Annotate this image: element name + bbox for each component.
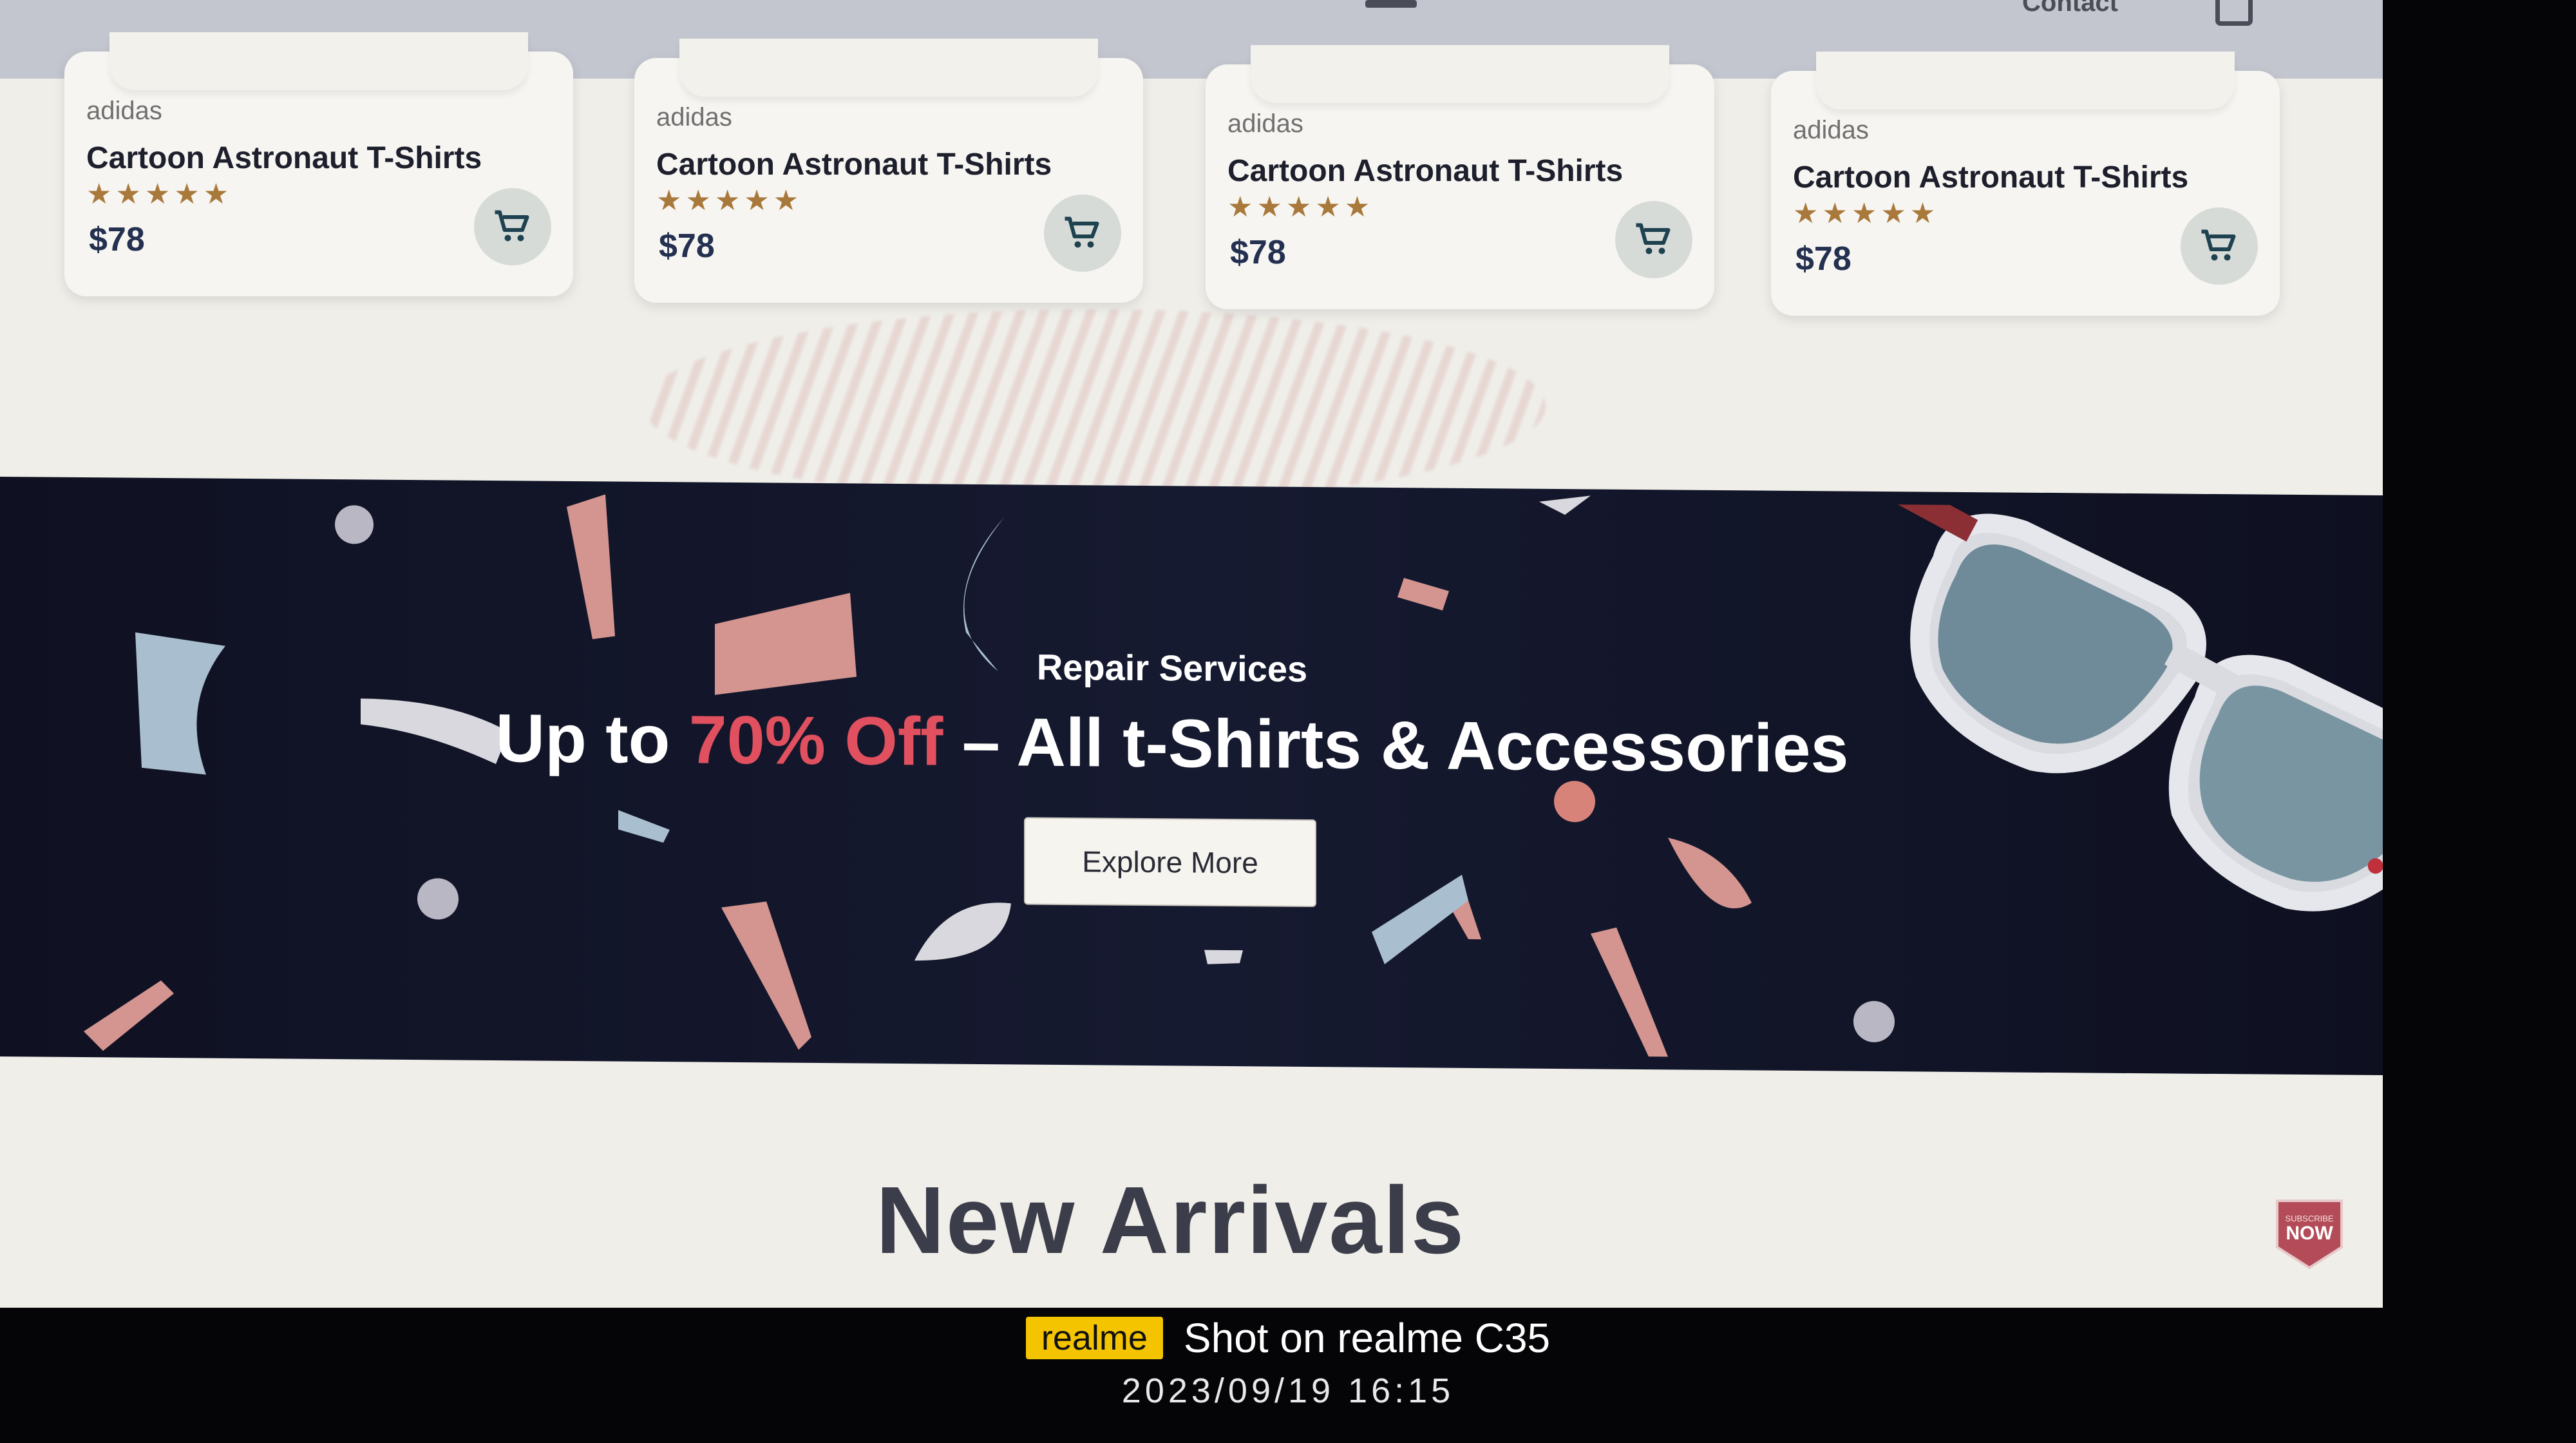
product-card[interactable]: adidas Cartoon Astronaut T-Shirts ★★★★★ …: [634, 39, 1143, 303]
product-brand: adidas: [1793, 116, 1869, 144]
menu-icon[interactable]: [1365, 0, 1417, 8]
headline-prefix: Up to: [495, 700, 689, 778]
card-image-edge: [1251, 45, 1669, 103]
product-price: $78: [1230, 234, 1286, 271]
product-title[interactable]: Cartoon Astronaut T-Shirts: [1227, 153, 1623, 189]
subscribe-badge-shape: SUBSCRIBE NOW: [2276, 1199, 2343, 1270]
rating-stars: ★★★★★: [656, 185, 803, 216]
product-title[interactable]: Cartoon Astronaut T-Shirts: [86, 140, 482, 176]
headline-suffix: – All t-Shirts & Accessories: [943, 703, 1849, 787]
add-to-cart-button[interactable]: [1615, 201, 1692, 278]
camera-watermark: realme Shot on realme C35 2023/09/19 16:…: [0, 1308, 2576, 1443]
product-card[interactable]: adidas Cartoon Astronaut T-Shirts ★★★★★ …: [1771, 52, 2280, 316]
screen-moire: [644, 309, 1546, 502]
add-to-cart-button[interactable]: [1044, 195, 1121, 272]
subscribe-large-text: NOW: [2286, 1223, 2333, 1244]
product-brand: adidas: [1227, 110, 1303, 138]
subscribe-small-text: SUBSCRIBE: [2285, 1214, 2333, 1223]
product-title[interactable]: Cartoon Astronaut T-Shirts: [1793, 160, 2188, 195]
nav-link-contact[interactable]: Contact: [2022, 0, 2118, 17]
product-card[interactable]: adidas Cartoon Astronaut T-Shirts ★★★★★ …: [1206, 45, 1714, 309]
card-image-edge: [679, 39, 1098, 97]
card-image-edge: [1816, 52, 2235, 110]
watermark-text: Shot on realme C35: [1183, 1315, 1551, 1361]
add-to-cart-button[interactable]: [2181, 207, 2258, 285]
cart-icon: [1065, 216, 1099, 248]
promo-banner: Repair Services Up to 70% Off – All t-Sh…: [0, 477, 2383, 1076]
product-title[interactable]: Cartoon Astronaut T-Shirts: [656, 147, 1052, 182]
card-image-edge: [109, 32, 528, 90]
webpage-screen: Contact adidas Cartoon Astronaut T-Shirt…: [0, 0, 2383, 1308]
product-price: $78: [89, 221, 145, 258]
add-to-cart-button[interactable]: [474, 188, 551, 265]
cart-icon: [495, 210, 529, 242]
cart-icon: [1636, 223, 1671, 254]
product-price: $78: [659, 227, 715, 265]
product-brand: adidas: [86, 97, 162, 125]
explore-more-button[interactable]: Explore More: [1024, 817, 1316, 908]
subscribe-badge[interactable]: SUBSCRIBE NOW: [2275, 1196, 2344, 1270]
rating-stars: ★★★★★: [1793, 198, 1940, 229]
rating-stars: ★★★★★: [86, 178, 233, 210]
bag-icon[interactable]: [2215, 0, 2253, 26]
product-price: $78: [1795, 240, 1852, 278]
cart-icon: [2201, 229, 2236, 261]
rating-stars: ★★★★★: [1227, 191, 1374, 223]
headline-discount: 70% Off: [688, 702, 943, 780]
watermark-datetime: 2023/09/19 16:15: [1121, 1371, 1455, 1410]
realme-logo: realme: [1025, 1317, 1163, 1359]
section-title-new-arrivals: New Arrivals: [876, 1167, 1466, 1274]
product-brand: adidas: [656, 103, 732, 131]
product-card[interactable]: adidas Cartoon Astronaut T-Shirts ★★★★★ …: [64, 32, 573, 296]
